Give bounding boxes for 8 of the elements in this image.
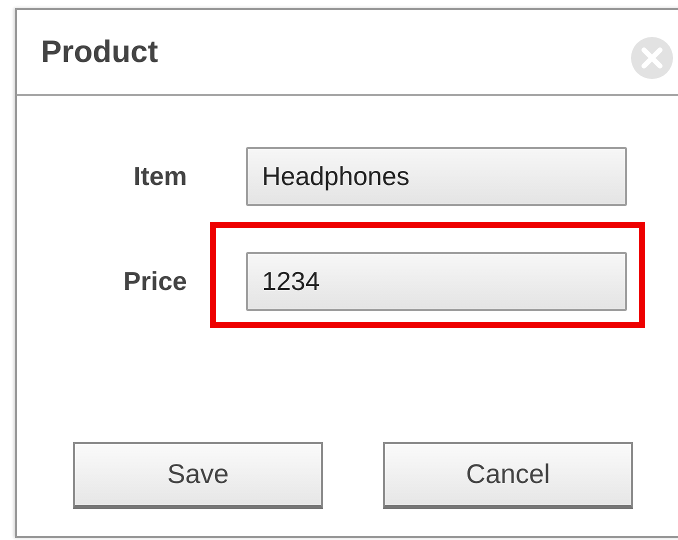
dialog-title: Product [41, 34, 158, 70]
field-label: Item [132, 161, 187, 192]
input-field[interactable]: Headphones [246, 147, 627, 206]
dialog-button[interactable]: Cancel [383, 442, 633, 509]
input-field[interactable]: 1234 [246, 252, 627, 311]
field-label: Price [122, 266, 187, 297]
close-icon[interactable] [631, 37, 673, 79]
dialog-button[interactable]: Save [73, 442, 323, 509]
